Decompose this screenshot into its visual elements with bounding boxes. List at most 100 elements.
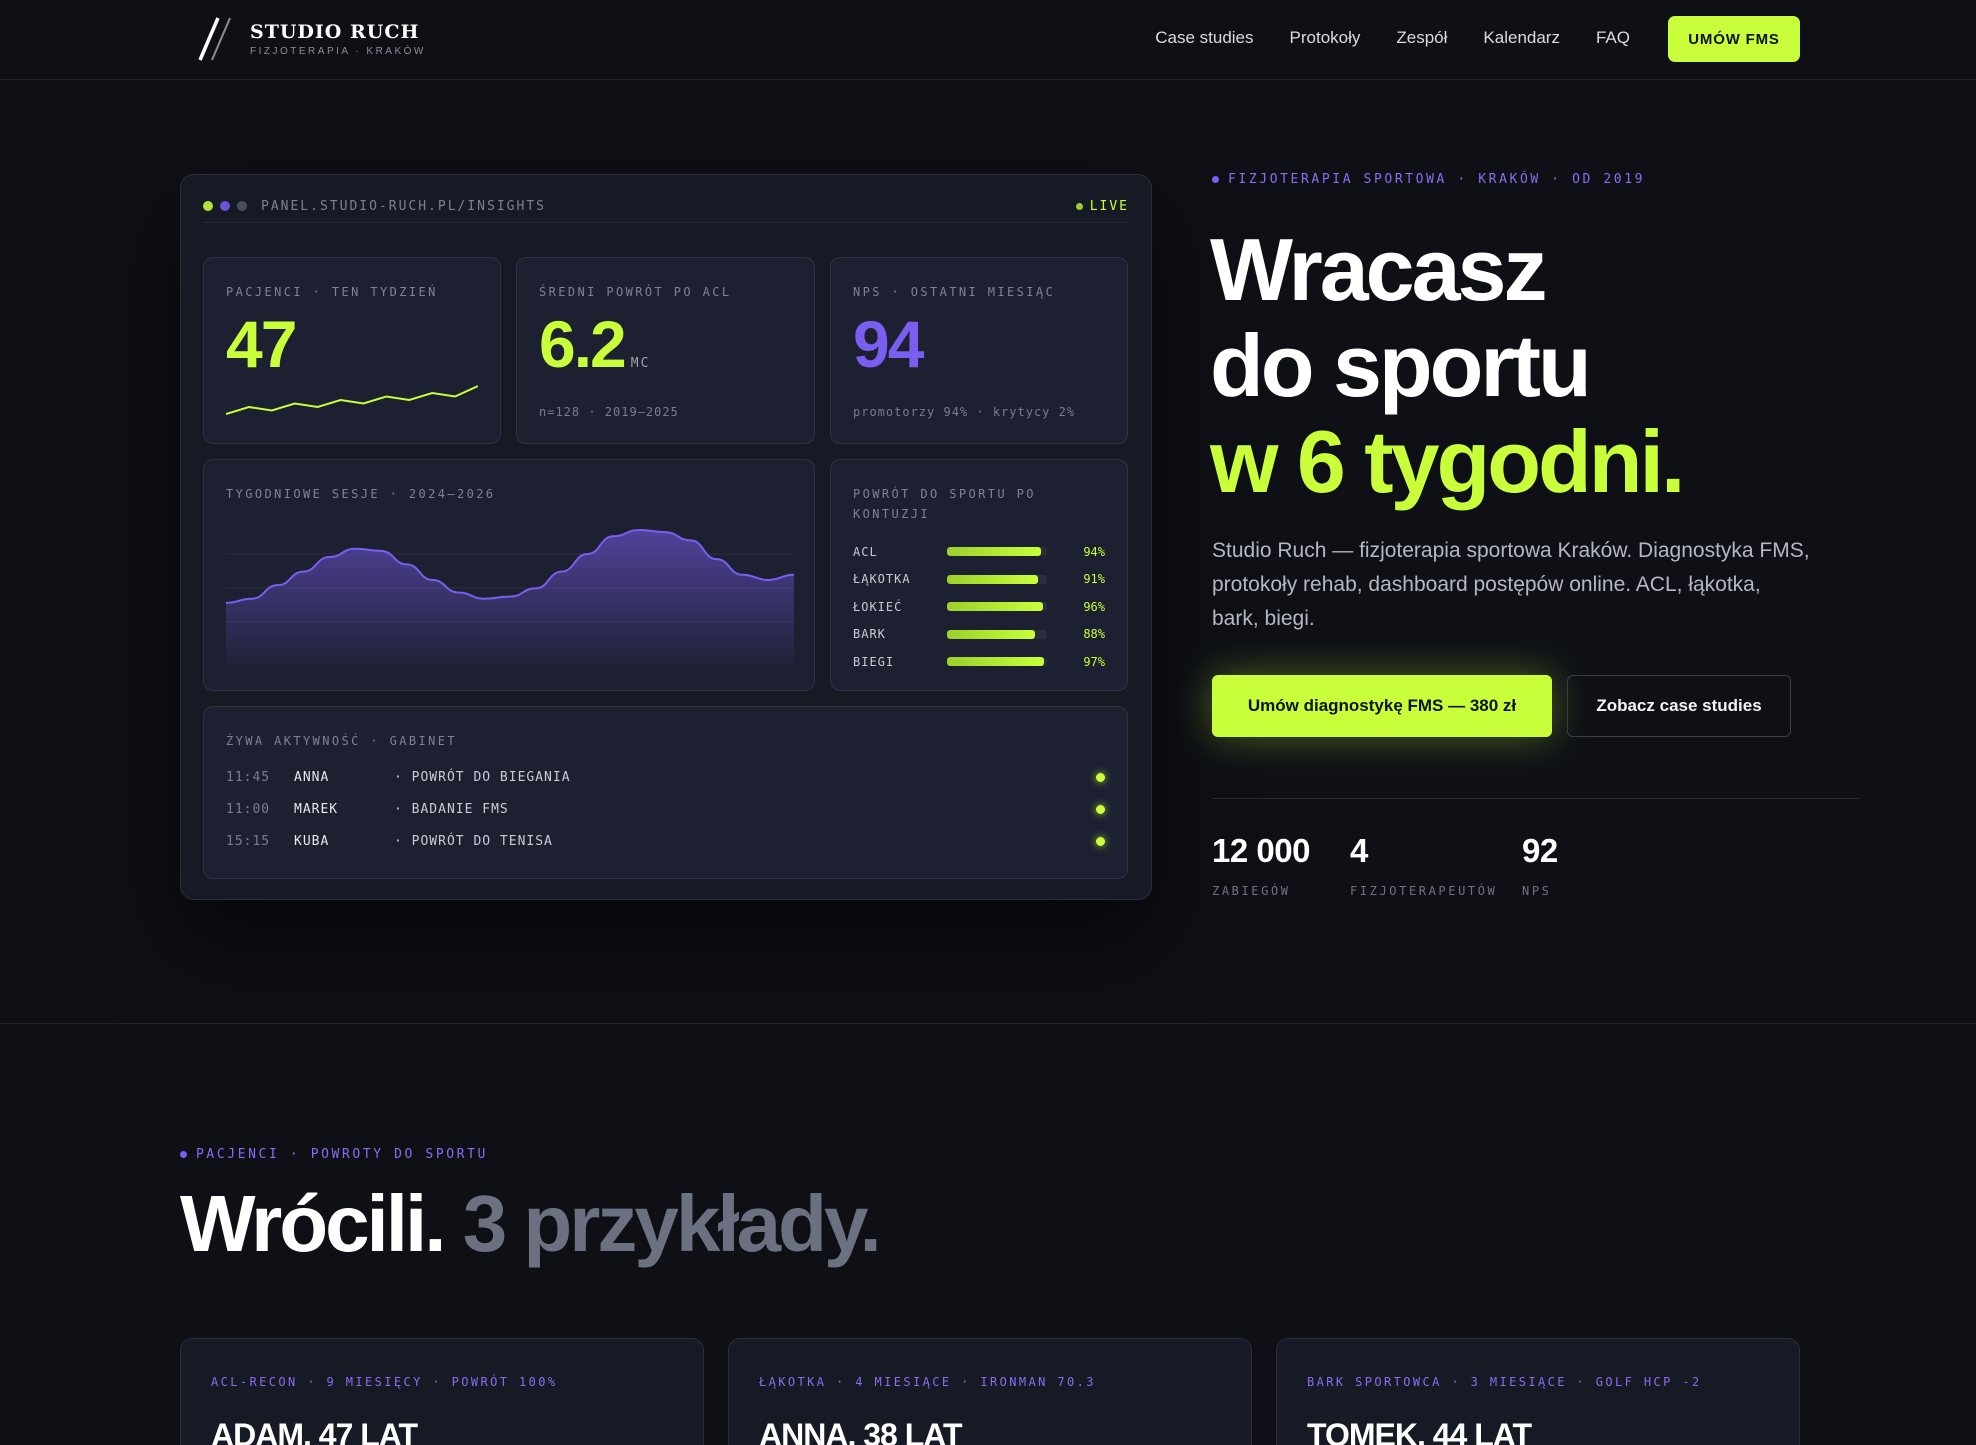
cases-eyebrow: PACJENCI · POWROTY DO SPORTU [180, 1147, 488, 1162]
recovery-card: POWRÓT DO SPORTU PO KONTUZJI ACL 94% ŁĄKOT… [830, 459, 1128, 691]
case-name: TOMEK, 44 LAT [1307, 1417, 1532, 1445]
book-fms-diagnostic-button[interactable]: Umów diagnostykę FMS — 380 zł [1212, 675, 1552, 737]
recovery-bar-name: BARK [853, 627, 886, 642]
recovery-bar-fill [947, 602, 1043, 612]
recovery-bar-name: ŁĄKOTKA [853, 572, 911, 587]
eyebrow-dot-icon [180, 1151, 187, 1158]
activity-time: 11:00 [226, 801, 271, 817]
window-dot-icon [237, 201, 247, 211]
recovery-bar-fill [947, 657, 1044, 667]
live-indicator: LIVE [1075, 199, 1129, 214]
activity-desc: · BADANIE FMS [394, 801, 509, 817]
stat-value: 12 000 [1212, 832, 1310, 869]
recovery-bar-name: ACL [853, 544, 878, 559]
brand-logo[interactable]: STUDIO RUCH FIZJOTERAPIA · KRAKÓW [196, 14, 426, 64]
kpi-acl-footnote: n=128 · 2019–2025 [539, 405, 679, 419]
window-dot-icon [203, 201, 213, 211]
kpi-acl-value: 6.2 [539, 307, 627, 381]
case-tag: ACL-RECON · 9 MIESIĘCY · POWRÓT 100% [211, 1375, 558, 1389]
recovery-bar-row: BARK 88% [853, 621, 1105, 649]
kpi-nps-card: NPS · OSTATNI MIESIĄC 94 promotorzy 94% … [830, 257, 1128, 444]
brand-tagline: FIZJOTERAPIA · KRAKÓW [250, 46, 426, 57]
activity-time: 11:45 [226, 769, 271, 785]
book-fms-button[interactable]: UMÓW FMS [1668, 16, 1800, 62]
slash-logo-icon [198, 17, 231, 61]
recovery-bar-name: BIEGI [853, 654, 895, 669]
kpi-patients-label: PACJENCI · TEN TYDZIEŃ [226, 285, 438, 299]
recovery-bar-name: ŁOKIEĆ [853, 599, 903, 614]
kpi-nps-label: NPS · OSTATNI MIESIĄC [853, 285, 1056, 299]
recovery-bar-percent: 88% [1083, 627, 1105, 642]
activity-desc: · POWRÓT DO BIEGANIA [394, 769, 571, 785]
recovery-bar-track [947, 629, 1047, 639]
nav-faq[interactable]: FAQ [1596, 28, 1630, 48]
recovery-bar-track [947, 657, 1047, 667]
activity-time: 15:15 [226, 833, 271, 849]
recovery-bar-percent: 96% [1083, 599, 1105, 614]
kpi-nps-footnote: promotorzy 94% · krytycy 2% [853, 405, 1076, 419]
see-case-studies-button[interactable]: Zobacz case studies [1567, 675, 1791, 737]
kpi-acl-value-wrap: 6.2 MC [539, 308, 650, 400]
activity-status-icon [1096, 804, 1105, 814]
stat-treatments: 12 000 ZABIEGÓW [1212, 832, 1310, 898]
brand-name: STUDIO RUCH [250, 21, 420, 43]
activity-name: MAREK [294, 801, 339, 817]
hero-title-line3: w 6 tygodni. [1210, 412, 1685, 511]
sessions-area [226, 530, 794, 676]
case-card-anna[interactable]: ŁĄKOTKA · 4 MIESIĄCE · IRONMAN 70.3 ANNA… [728, 1338, 1252, 1445]
live-label: LIVE [1089, 199, 1129, 214]
nav-case-studies[interactable]: Case studies [1155, 28, 1253, 48]
dashboard-titlebar: PANEL.STUDIO-RUCH.PL/INSIGHTS LIVE [203, 197, 1129, 223]
kpi-acl-label: ŚREDNI POWRÓT PO ACL [539, 285, 732, 299]
activity-desc: · POWRÓT DO TENISA [394, 833, 553, 849]
dashboard-url: PANEL.STUDIO-RUCH.PL/INSIGHTS [261, 199, 546, 214]
kpi-nps-value: 94 [853, 307, 924, 381]
recovery-bar-row: BIEGI 97% [853, 648, 1105, 676]
stat-therapists: 4 FIZJOTERAPEUTÓW [1350, 832, 1497, 898]
nav-protokoly[interactable]: Protokoły [1290, 28, 1361, 48]
weekly-sessions-chart [226, 528, 794, 676]
recovery-bar-fill [947, 629, 1035, 639]
recovery-bar-row: ACL 94% [853, 538, 1105, 566]
hero-title-line1: Wracasz [1210, 220, 1547, 319]
recovery-bar-track [947, 574, 1047, 584]
live-dot-icon [1075, 203, 1083, 210]
case-card-tomek[interactable]: BARK SPORTOWCA · 3 MIESIĄCE · GOLF HCP -… [1276, 1338, 1800, 1445]
stat-label: FIZJOTERAPEUTÓW [1350, 884, 1498, 898]
stat-value: 92 [1522, 832, 1558, 869]
cases-title-muted: 3 przykłady. [462, 1179, 882, 1268]
recovery-bar-percent: 91% [1083, 572, 1105, 587]
section-divider [0, 1023, 1976, 1024]
site-header: STUDIO RUCH FIZJOTERAPIA · KRAKÓW Case s… [0, 0, 1976, 80]
kpi-acl-card: ŚREDNI POWRÓT PO ACL 6.2 MC n=128 · 2019–… [516, 257, 815, 444]
live-activity-card: ŻYWA AKTYWNOŚĆ · GABINET 11:45 ANNA · PO… [203, 706, 1128, 879]
main-nav: Case studies Protokoły Zespół Kalendarz … [1155, 28, 1630, 48]
activity-name: ANNA [294, 769, 330, 785]
kpi-acl-unit: MC [630, 356, 651, 371]
eyebrow-dot-icon [1212, 176, 1219, 183]
nav-kalendarz[interactable]: Kalendarz [1483, 28, 1560, 48]
hero-eyebrow: FIZJOTERAPIA SPORTOWA · KRAKÓW · OD 2019 [1212, 172, 1645, 187]
insights-dashboard: PANEL.STUDIO-RUCH.PL/INSIGHTS LIVE PACJE… [180, 174, 1152, 900]
recovery-bar-fill [947, 547, 1041, 557]
cases-eyebrow-text: PACJENCI · POWROTY DO SPORTU [196, 1147, 488, 1162]
activity-row: 11:45 ANNA · POWRÓT DO BIEGANIA [226, 767, 1105, 787]
patients-sparkline [226, 385, 478, 415]
recovery-bar-row: ŁOKIEĆ 96% [853, 593, 1105, 621]
nav-zespol[interactable]: Zespół [1396, 28, 1447, 48]
stat-value: 4 [1350, 832, 1368, 869]
recovery-label: POWRÓT DO SPORTU PO KONTUZJI [853, 487, 1036, 521]
case-tag: BARK SPORTOWCA · 3 MIESIĄCE · GOLF HCP -… [1307, 1375, 1702, 1389]
case-card-adam[interactable]: ACL-RECON · 9 MIESIĘCY · POWRÓT 100% ADA… [180, 1338, 704, 1445]
hero-title: Wracasz do sportu w 6 tygodni. [1210, 220, 1685, 511]
recovery-bar-fill [947, 574, 1038, 584]
activity-name: KUBA [294, 833, 330, 849]
kpi-patients-card: PACJENCI · TEN TYDZIEŃ 47 [203, 257, 501, 444]
stat-label: ZABIEGÓW [1212, 884, 1291, 898]
recovery-bar-percent: 97% [1083, 654, 1105, 669]
window-dot-icon [220, 201, 230, 211]
live-activity-label: ŻYWA AKTYWNOŚĆ · GABINET [226, 734, 457, 748]
case-tag: ŁĄKOTKA · 4 MIESIĄCE · IRONMAN 70.3 [759, 1375, 1096, 1389]
stat-nps: 92 NPS [1522, 832, 1558, 898]
case-name: ANNA, 38 LAT [759, 1417, 963, 1445]
